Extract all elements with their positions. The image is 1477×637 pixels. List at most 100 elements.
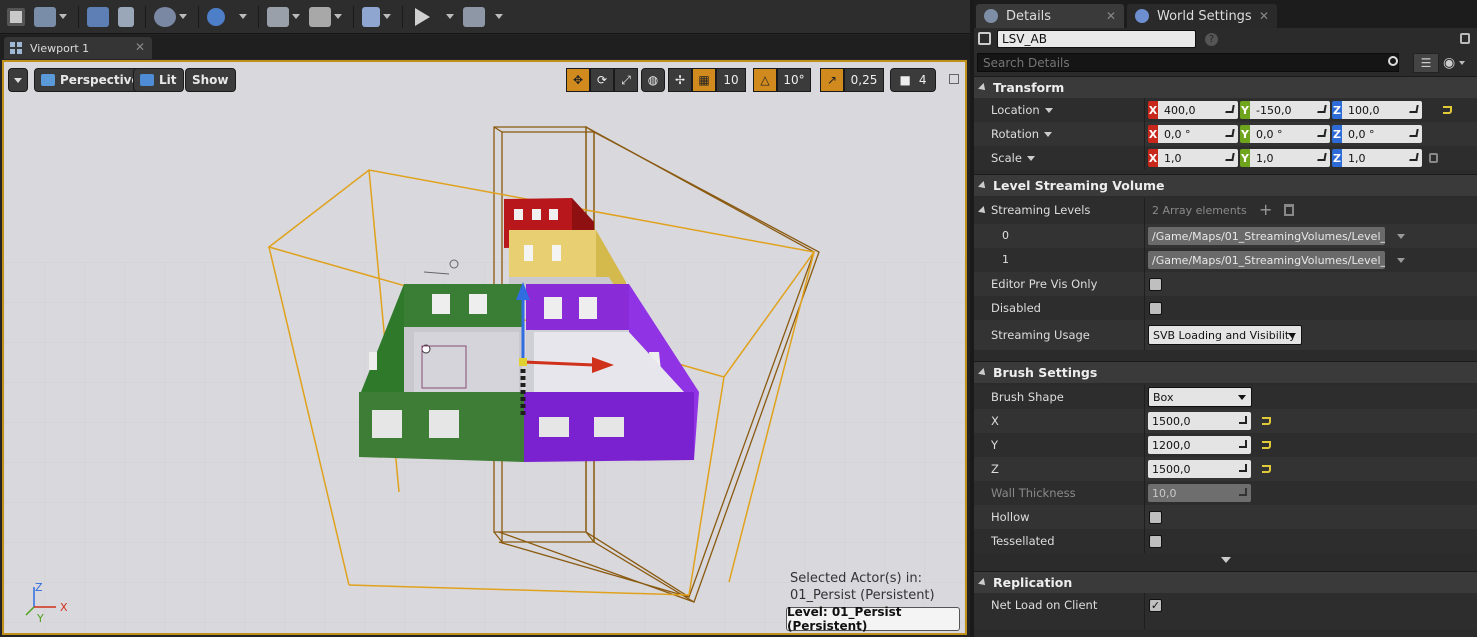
grid-snap-value-label: 10 — [723, 73, 739, 87]
actor-name-input[interactable] — [997, 30, 1196, 48]
surface-snap-button[interactable]: ✢ — [668, 68, 692, 92]
rotation-snap-value[interactable]: 10° — [777, 68, 811, 92]
chevron-down-icon[interactable] — [1397, 234, 1405, 239]
show-button[interactable]: Show — [185, 68, 236, 92]
disabled-checkbox[interactable] — [1149, 302, 1162, 315]
tab-world-settings[interactable]: World Settings ✕ — [1127, 4, 1277, 28]
location-z-field[interactable]: Z 100,0 — [1332, 101, 1422, 119]
source-control-button[interactable] — [31, 3, 70, 31]
location-x-field[interactable]: X 400,0 — [1148, 101, 1238, 119]
chevron-down-icon[interactable] — [1397, 258, 1405, 263]
column-divider[interactable] — [1144, 593, 1145, 629]
save-button[interactable] — [4, 3, 28, 31]
chevron-down-icon — [292, 14, 300, 19]
toolbar-divider — [78, 5, 79, 28]
reset-to-default-icon[interactable] — [1443, 106, 1452, 114]
brush-y-field[interactable]: 1200,0 — [1148, 436, 1251, 454]
hollow-checkbox[interactable] — [1149, 511, 1162, 524]
search-details-input[interactable] — [977, 53, 1399, 72]
blueprint-icon — [207, 7, 225, 26]
reset-to-default-icon[interactable] — [1262, 417, 1271, 425]
play-button[interactable] — [408, 3, 457, 31]
streaming-usage-dropdown[interactable]: SVB Loading and Visibility — [1148, 325, 1302, 345]
brush-settings-category[interactable]: Brush Settings — [974, 361, 1477, 383]
rotation-x-field[interactable]: X 0,0 ° — [1148, 125, 1238, 143]
location-label[interactable]: Location — [991, 103, 1053, 117]
net-load-checkbox[interactable]: ✓ — [1149, 599, 1162, 612]
add-element-icon[interactable]: + — [1259, 200, 1272, 219]
replication-category[interactable]: Replication — [974, 571, 1477, 593]
scale-lock-icon[interactable] — [1429, 153, 1438, 163]
category-title: Level Streaming Volume — [993, 178, 1165, 193]
level-streaming-volume-category[interactable]: Level Streaming Volume — [974, 174, 1477, 196]
array-index: 1 — [1002, 253, 1009, 266]
lock-icon[interactable] — [1460, 33, 1470, 44]
column-divider[interactable] — [1144, 385, 1145, 553]
wall-thickness-label: Wall Thickness — [991, 486, 1076, 500]
settings-button[interactable] — [151, 3, 190, 31]
scale-icon: ⤢ — [621, 72, 631, 87]
rotation-y-field[interactable]: Y 0,0 ° — [1240, 125, 1330, 143]
brush-z-field[interactable]: 1500,0 — [1148, 460, 1251, 478]
property-matrix-button[interactable]: ☰ — [1413, 53, 1439, 73]
content-button[interactable] — [84, 3, 112, 31]
view-options-button[interactable]: ◉ — [1443, 55, 1473, 71]
scale-x-field[interactable]: X 1,0 — [1148, 149, 1238, 167]
grid-snap-value[interactable]: 10 — [716, 68, 746, 92]
marketplace-button[interactable] — [115, 3, 137, 31]
brush-y-row: Y 1200,0 — [974, 433, 1477, 457]
translate-mode-button[interactable]: ✥ — [566, 68, 590, 92]
eye-icon: ◉ — [1443, 55, 1456, 71]
viewport-options-button[interactable] — [8, 68, 28, 92]
grid-snap-toggle[interactable]: ▦ — [692, 68, 716, 92]
scale-label[interactable]: Scale — [991, 151, 1035, 165]
tab-details[interactable]: Details ✕ — [976, 4, 1124, 28]
rotation-z-field[interactable]: Z 0,0 ° — [1332, 125, 1422, 143]
check-icon: ✓ — [1150, 599, 1161, 612]
close-icon[interactable]: ✕ — [1259, 9, 1269, 23]
column-divider[interactable] — [1144, 198, 1145, 350]
close-icon[interactable]: ✕ — [135, 40, 145, 54]
scale-snap-toggle[interactable]: ↗ — [820, 68, 844, 92]
scale-row: Scale X 1,0 Y 1,0 Z 1,0 — [974, 146, 1477, 170]
column-divider[interactable] — [1144, 98, 1145, 169]
gear-icon — [154, 6, 176, 27]
level-asset-path[interactable]: /Game/Maps/01_StreamingVolumes/Level_A — [1148, 251, 1385, 269]
close-icon[interactable]: ✕ — [1106, 9, 1116, 23]
reset-to-default-icon[interactable] — [1262, 441, 1271, 449]
transform-category[interactable]: Transform — [974, 76, 1477, 98]
world-local-button[interactable]: ◍ — [641, 68, 665, 92]
launch-button[interactable] — [460, 3, 506, 31]
perspective-button[interactable]: Perspective — [34, 68, 147, 92]
tessellated-row: Tessellated — [974, 529, 1477, 553]
scale-snap-value[interactable]: 0,25 — [844, 68, 884, 92]
editor-pre-vis-checkbox[interactable] — [1149, 278, 1162, 291]
blueprints-button[interactable] — [204, 3, 250, 31]
level-asset-path[interactable]: /Game/Maps/01_StreamingVolumes/Level_B — [1148, 227, 1385, 245]
scale-y-field[interactable]: Y 1,0 — [1240, 149, 1330, 167]
build-button[interactable] — [359, 3, 394, 31]
view-mode-button[interactable]: Lit — [133, 68, 184, 92]
chevron-down-icon — [1044, 132, 1053, 137]
rotate-mode-button[interactable]: ⟳ — [590, 68, 614, 92]
trash-icon[interactable] — [1284, 204, 1294, 216]
cinematics-button[interactable] — [264, 3, 303, 31]
brush-x-field[interactable]: 1500,0 — [1148, 412, 1251, 430]
camera-speed-button[interactable]: ■ 4 — [890, 68, 936, 92]
tessellated-checkbox[interactable] — [1149, 535, 1162, 548]
viewport-3d[interactable]: Z X Y Perspective Lit Show ✥ ⟳ ⤢ ◍ ✢ ▦ 1… — [2, 60, 967, 635]
reset-to-default-icon[interactable] — [1262, 465, 1271, 473]
advanced-expander[interactable] — [974, 553, 1477, 567]
maximize-viewport-icon[interactable] — [949, 74, 959, 84]
scale-mode-button[interactable]: ⤢ — [614, 68, 638, 92]
brush-shape-dropdown[interactable]: Box — [1148, 387, 1252, 407]
chevron-down-icon — [59, 14, 67, 19]
rotation-label[interactable]: Rotation — [991, 127, 1053, 141]
search-icon — [1388, 56, 1398, 66]
help-icon[interactable]: ? — [1205, 33, 1218, 46]
rotation-snap-toggle[interactable]: △ — [753, 68, 777, 92]
clapper-button[interactable] — [306, 3, 345, 31]
scale-z-field[interactable]: Z 1,0 — [1332, 149, 1422, 167]
tab-viewport-1[interactable]: Viewport 1 ✕ — [4, 37, 152, 59]
location-y-field[interactable]: Y -150,0 — [1240, 101, 1330, 119]
